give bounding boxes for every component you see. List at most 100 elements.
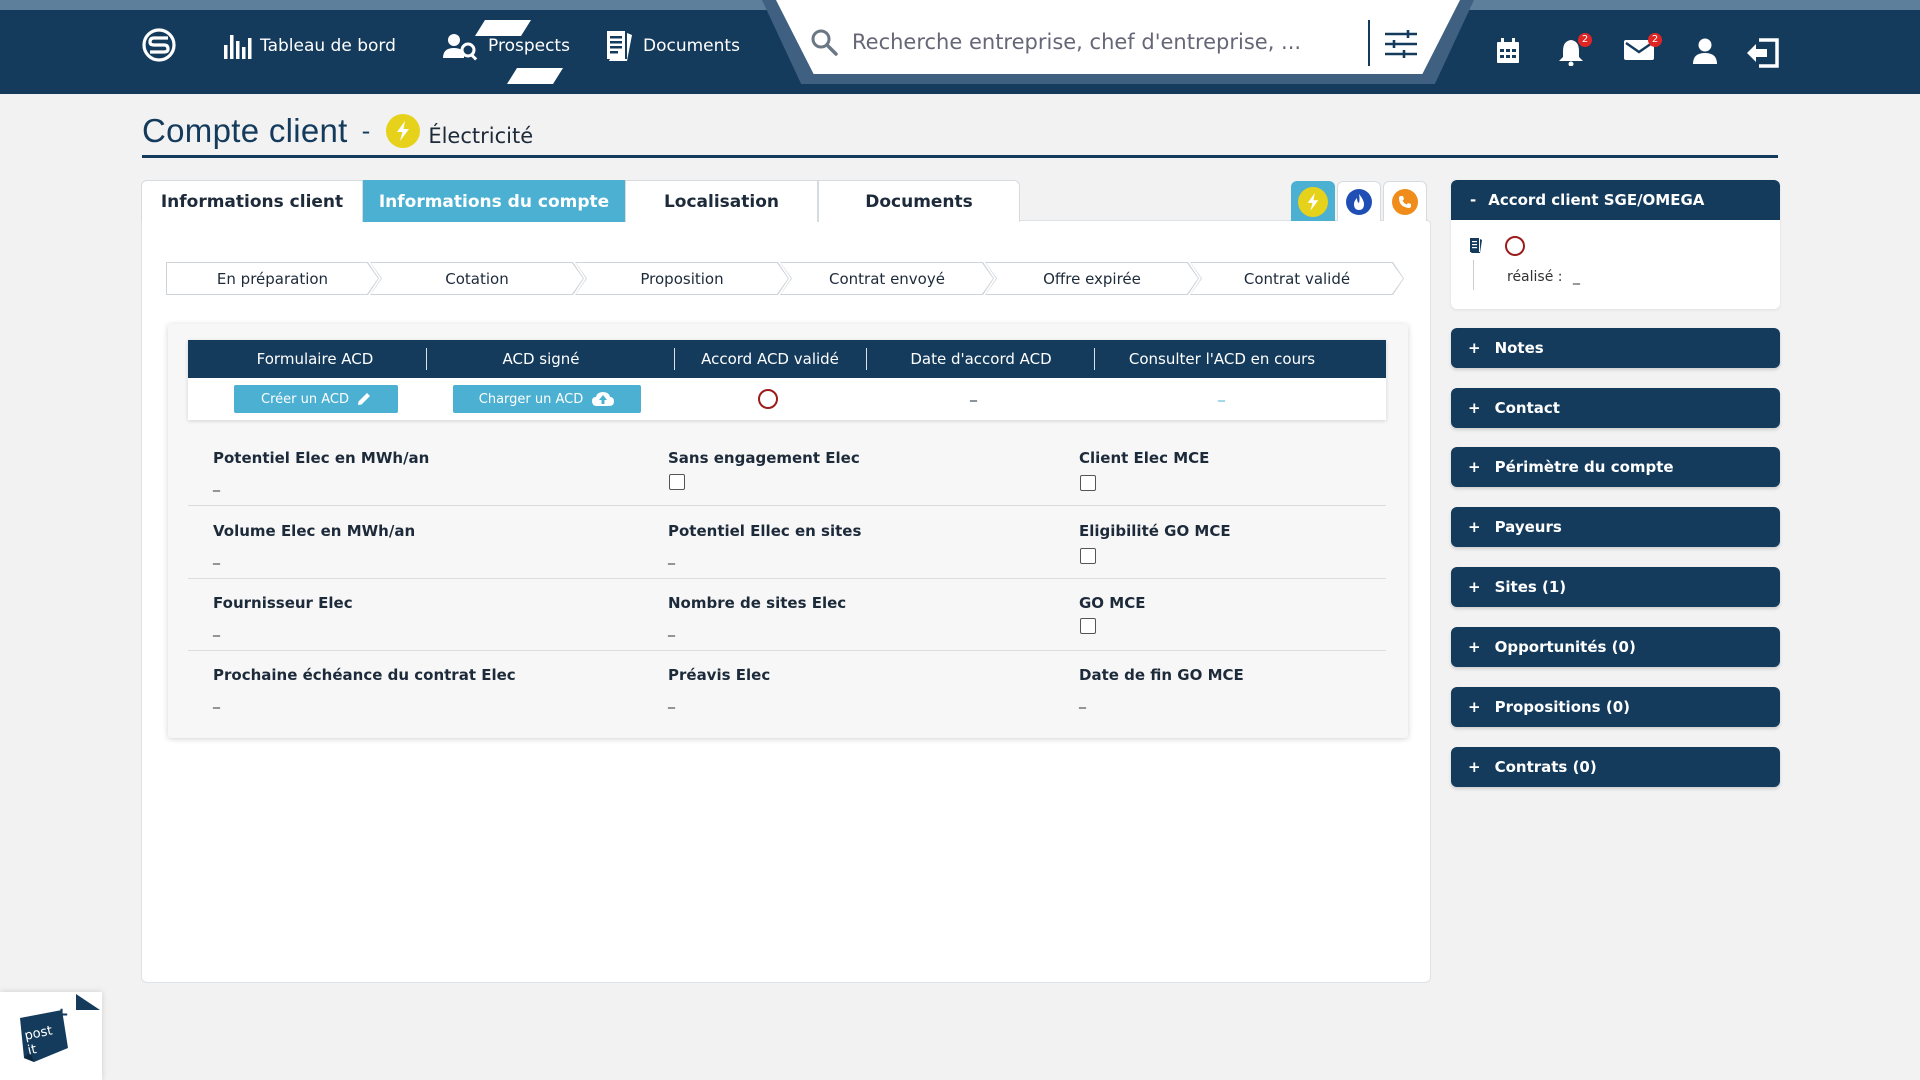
sidebar-item-contact[interactable]: + Contact <box>1451 388 1780 428</box>
create-acd-label: Créer un ACD <box>261 391 349 407</box>
expand-toggle: + <box>1468 339 1481 357</box>
post-it-logo-text: post it <box>23 1023 57 1058</box>
sans-engagement-checkbox[interactable] <box>669 474 685 490</box>
nav-documents[interactable]: Documents <box>601 26 740 66</box>
acd-table: Formulaire ACD ACD signé Accord ACD vali… <box>188 340 1386 420</box>
step-contrat-envoye[interactable]: Contrat envoyé <box>781 263 993 294</box>
page-title: Compte client - Électricité <box>142 112 533 150</box>
timeline-line <box>1473 260 1474 290</box>
search-icon[interactable] <box>810 28 838 56</box>
prochaine-echeance-value: _ <box>213 693 220 709</box>
upload-acd-label: Charger un ACD <box>478 391 584 407</box>
acd-header-signed: ACD signé <box>502 350 580 368</box>
post-it-widget[interactable]: post it + <box>0 992 102 1080</box>
preavis-label: Préavis Elec <box>668 666 771 684</box>
sidebar-item-label: Opportunités (0) <box>1494 638 1636 656</box>
lightning-icon <box>386 114 421 148</box>
eligibilite-go-checkbox[interactable] <box>1080 548 1096 564</box>
logout-icon[interactable] <box>1745 38 1779 68</box>
tab-label: Informations du compte <box>378 191 610 212</box>
search-input[interactable] <box>852 26 1352 58</box>
realise-value: _ <box>1573 269 1580 285</box>
accord-client-title: Accord client SGE/OMEGA <box>1488 191 1705 209</box>
nombre-sites-label: Nombre de sites Elec <box>668 594 847 612</box>
nav-prospects[interactable]: Prospects <box>442 26 570 66</box>
tab-location[interactable]: Localisation <box>625 180 818 222</box>
energy-tab-gas[interactable] <box>1337 181 1381 221</box>
filter-sliders-icon[interactable] <box>1384 30 1418 58</box>
nombre-sites-value: _ <box>668 621 675 637</box>
users-search-icon <box>442 31 480 61</box>
acd-consult-link[interactable]: _ <box>1218 386 1225 402</box>
sidebar-item-label: Notes <box>1494 339 1544 357</box>
sidebar-item-label: Propositions (0) <box>1494 698 1630 716</box>
app-logo[interactable] <box>140 26 178 64</box>
document-stack-icon <box>1467 236 1483 254</box>
messages-mail-icon[interactable]: 2 <box>1624 33 1662 62</box>
sidebar-item-contrats[interactable]: + Contrats (0) <box>1451 747 1780 787</box>
tab-label: Documents <box>865 191 973 212</box>
energy-tab-telecom[interactable] <box>1383 181 1427 221</box>
tab-documents[interactable]: Documents <box>818 180 1020 222</box>
step-proposition[interactable]: Proposition <box>576 263 788 294</box>
calendar-icon[interactable] <box>1496 38 1520 64</box>
acd-header-consult: Consulter l'ACD en cours <box>1128 350 1316 368</box>
expand-toggle: + <box>1468 638 1481 656</box>
tab-account-info[interactable]: Informations du compte <box>363 180 625 222</box>
lightning-icon <box>1298 186 1328 217</box>
tab-label: Localisation <box>663 191 780 212</box>
step-preparation[interactable]: En préparation <box>167 263 378 294</box>
pencil-icon <box>357 392 371 406</box>
step-label: Proposition <box>640 269 724 288</box>
create-acd-button[interactable]: Créer un ACD <box>234 385 398 413</box>
nav-documents-label: Documents <box>643 36 740 56</box>
sidebar-item-label: Contrats (0) <box>1494 758 1597 776</box>
step-label: Offre expirée <box>1043 269 1141 288</box>
user-profile-icon[interactable] <box>1692 38 1718 64</box>
fournisseur-label: Fournisseur Elec <box>213 594 353 612</box>
page-energy-label: Électricité <box>428 124 534 148</box>
page-title-separator: - <box>361 117 371 145</box>
upload-acd-button[interactable]: Charger un ACD <box>453 385 641 413</box>
nav-dashboard[interactable]: Tableau de bord <box>222 26 396 66</box>
date-fin-go-label: Date de fin GO MCE <box>1079 666 1244 684</box>
sidebar-item-sites[interactable]: + Sites (1) <box>1451 567 1780 607</box>
bar-chart-icon <box>222 31 252 61</box>
sidebar-item-label: Contact <box>1494 399 1560 417</box>
sidebar-item-propositions[interactable]: + Propositions (0) <box>1451 687 1780 727</box>
tab-client-info[interactable]: Informations client <box>141 180 363 222</box>
acd-header-form: Formulaire ACD <box>256 350 374 368</box>
row-divider <box>188 578 1386 579</box>
client-mce-checkbox[interactable] <box>1080 475 1096 491</box>
acd-date-value: _ <box>970 386 977 402</box>
step-offre-expiree[interactable]: Offre expirée <box>986 263 1198 294</box>
expand-toggle: + <box>1468 399 1481 417</box>
step-cotation[interactable]: Cotation <box>371 263 583 294</box>
potentiel-sites-label: Potentiel Ellec en sites <box>668 522 862 540</box>
accord-client-header[interactable]: - Accord client SGE/OMEGA <box>1451 180 1780 220</box>
go-mce-label: GO MCE <box>1079 594 1146 612</box>
post-it-plus: + <box>54 1004 70 1025</box>
sidebar-item-payeurs[interactable]: + Payeurs <box>1451 507 1780 547</box>
search-separator <box>1368 20 1370 66</box>
notifications-bell-icon[interactable]: 2 <box>1558 33 1592 66</box>
sans-engagement-label: Sans engagement Elec <box>668 449 860 467</box>
row-divider <box>188 505 1386 506</box>
step-contrat-valide[interactable]: Contrat validé <box>1191 263 1403 294</box>
expand-toggle: + <box>1468 458 1481 476</box>
sidebar-item-perimetre[interactable]: + Périmètre du compte <box>1451 447 1780 487</box>
expand-toggle: + <box>1468 758 1481 776</box>
step-label: Cotation <box>445 269 509 288</box>
expand-toggle: + <box>1468 698 1481 716</box>
go-mce-checkbox[interactable] <box>1080 618 1096 634</box>
sidebar-item-label: Payeurs <box>1494 518 1562 536</box>
energy-tab-electricity[interactable] <box>1291 181 1335 221</box>
sidebar-item-notes[interactable]: + Notes <box>1451 328 1780 368</box>
client-mce-label: Client Elec MCE <box>1079 449 1210 467</box>
sidebar-item-opportunites[interactable]: + Opportunités (0) <box>1451 627 1780 667</box>
potentiel-sites-value: _ <box>668 549 675 565</box>
nav-prospects-label: Prospects <box>488 36 570 56</box>
accord-status-icon <box>1505 236 1525 256</box>
potentiel-elec-label: Potentiel Elec en MWh/an <box>213 449 430 467</box>
sidebar-item-label: Sites (1) <box>1494 578 1567 596</box>
